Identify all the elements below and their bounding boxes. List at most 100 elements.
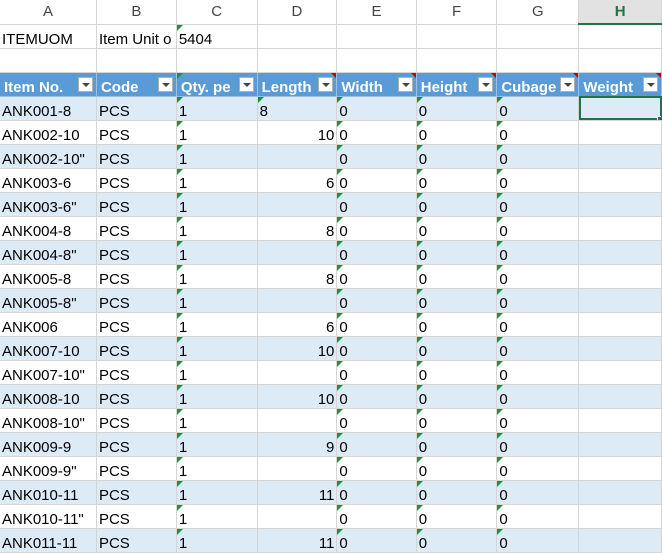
code-cell[interactable]: PCS — [96, 168, 177, 193]
cell-a1[interactable]: ITEMUOM — [0, 24, 97, 49]
width-cell[interactable]: 0 — [336, 192, 417, 217]
qty-cell[interactable]: 1 — [176, 312, 258, 337]
item-no-cell[interactable]: ANK010-11" — [0, 504, 97, 529]
item-no-cell[interactable]: ANK004-8 — [0, 216, 97, 241]
cubage-cell[interactable]: 0 — [496, 96, 580, 121]
width-cell[interactable]: 0 — [336, 240, 417, 265]
cubage-cell[interactable]: 0 — [496, 360, 580, 385]
length-cell[interactable]: 6 — [257, 168, 338, 193]
weight-cell[interactable] — [578, 288, 662, 313]
weight-cell[interactable] — [578, 240, 662, 265]
weight-cell[interactable] — [578, 360, 662, 385]
qty-cell[interactable]: 1 — [176, 144, 258, 169]
width-cell[interactable]: 0 — [336, 264, 417, 289]
cell-e2[interactable] — [336, 48, 417, 73]
item-no-cell[interactable]: ANK005-8" — [0, 288, 97, 313]
length-cell[interactable]: 8 — [257, 264, 338, 289]
code-cell[interactable]: PCS — [96, 480, 177, 505]
height-cell[interactable]: 0 — [416, 216, 498, 241]
cubage-cell[interactable]: 0 — [496, 384, 580, 409]
cubage-cell[interactable]: 0 — [496, 240, 580, 265]
cell-g2[interactable] — [496, 48, 580, 73]
header-cubage[interactable]: Cubage — [496, 72, 580, 97]
qty-cell[interactable]: 1 — [176, 384, 258, 409]
qty-cell[interactable]: 1 — [176, 192, 258, 217]
length-cell[interactable] — [257, 144, 338, 169]
cubage-cell[interactable]: 0 — [496, 288, 580, 313]
weight-cell[interactable] — [578, 384, 662, 409]
code-cell[interactable]: PCS — [96, 504, 177, 529]
header-height[interactable]: Height — [416, 72, 498, 97]
length-cell[interactable]: 10 — [257, 336, 338, 361]
width-cell[interactable]: 0 — [336, 456, 417, 481]
item-no-cell[interactable]: ANK002-10" — [0, 144, 97, 169]
qty-cell[interactable]: 1 — [176, 336, 258, 361]
cubage-cell[interactable]: 0 — [496, 216, 580, 241]
height-cell[interactable]: 0 — [416, 360, 498, 385]
cubage-cell[interactable]: 0 — [496, 480, 580, 505]
length-cell[interactable]: 9 — [257, 432, 338, 457]
item-no-cell[interactable]: ANK010-11 — [0, 480, 97, 505]
qty-cell[interactable]: 1 — [176, 408, 258, 433]
qty-cell[interactable]: 1 — [176, 96, 258, 121]
item-no-cell[interactable]: ANK008-10" — [0, 408, 97, 433]
column-header-h[interactable]: H — [578, 0, 662, 25]
height-cell[interactable]: 0 — [416, 96, 498, 121]
length-cell[interactable] — [257, 192, 338, 217]
item-no-cell[interactable]: ANK008-10 — [0, 384, 97, 409]
code-cell[interactable]: PCS — [96, 240, 177, 265]
length-cell[interactable]: 11 — [257, 528, 338, 553]
column-header-e[interactable]: E — [336, 0, 417, 25]
cubage-cell[interactable]: 0 — [496, 528, 580, 553]
width-cell[interactable]: 0 — [336, 384, 417, 409]
weight-cell[interactable] — [578, 312, 662, 337]
weight-cell[interactable] — [578, 456, 662, 481]
weight-cell[interactable] — [578, 144, 662, 169]
cubage-cell[interactable]: 0 — [496, 120, 580, 145]
code-cell[interactable]: PCS — [96, 120, 177, 145]
cell-b1[interactable]: Item Unit o — [96, 24, 177, 49]
cell-g1[interactable] — [496, 24, 580, 49]
header-code[interactable]: Code — [96, 72, 177, 97]
width-cell[interactable]: 0 — [336, 480, 417, 505]
qty-cell[interactable]: 1 — [176, 240, 258, 265]
weight-cell[interactable] — [578, 120, 662, 145]
item-no-cell[interactable]: ANK007-10" — [0, 360, 97, 385]
cell-d1[interactable] — [257, 24, 338, 49]
length-cell[interactable]: 8 — [257, 216, 338, 241]
filter-dropdown-icon[interactable] — [397, 76, 413, 92]
width-cell[interactable]: 0 — [336, 120, 417, 145]
cubage-cell[interactable]: 0 — [496, 264, 580, 289]
weight-cell[interactable] — [578, 528, 662, 553]
cell-f1[interactable] — [416, 24, 498, 49]
length-cell[interactable]: 8 — [257, 96, 338, 121]
header-item-no[interactable]: Item No. — [0, 72, 97, 97]
code-cell[interactable]: PCS — [96, 384, 177, 409]
weight-cell[interactable] — [578, 336, 662, 361]
column-header-d[interactable]: D — [257, 0, 338, 25]
item-no-cell[interactable]: ANK009-9 — [0, 432, 97, 457]
width-cell[interactable]: 0 — [336, 408, 417, 433]
filter-dropdown-icon[interactable] — [238, 76, 254, 92]
qty-cell[interactable]: 1 — [176, 432, 258, 457]
code-cell[interactable]: PCS — [96, 96, 177, 121]
header-width[interactable]: Width — [336, 72, 417, 97]
width-cell[interactable]: 0 — [336, 144, 417, 169]
width-cell[interactable]: 0 — [336, 528, 417, 553]
qty-cell[interactable]: 1 — [176, 168, 258, 193]
cubage-cell[interactable]: 0 — [496, 432, 580, 457]
length-cell[interactable] — [257, 408, 338, 433]
qty-cell[interactable]: 1 — [176, 504, 258, 529]
height-cell[interactable]: 0 — [416, 288, 498, 313]
weight-cell[interactable] — [578, 216, 662, 241]
weight-cell[interactable] — [578, 264, 662, 289]
length-cell[interactable]: 11 — [257, 480, 338, 505]
length-cell[interactable]: 10 — [257, 384, 338, 409]
cell-e1[interactable] — [336, 24, 417, 49]
filter-dropdown-icon[interactable] — [318, 76, 334, 92]
cubage-cell[interactable]: 0 — [496, 336, 580, 361]
cell-f2[interactable] — [416, 48, 498, 73]
width-cell[interactable]: 0 — [336, 288, 417, 313]
item-no-cell[interactable]: ANK003-6 — [0, 168, 97, 193]
item-no-cell[interactable]: ANK003-6" — [0, 192, 97, 217]
